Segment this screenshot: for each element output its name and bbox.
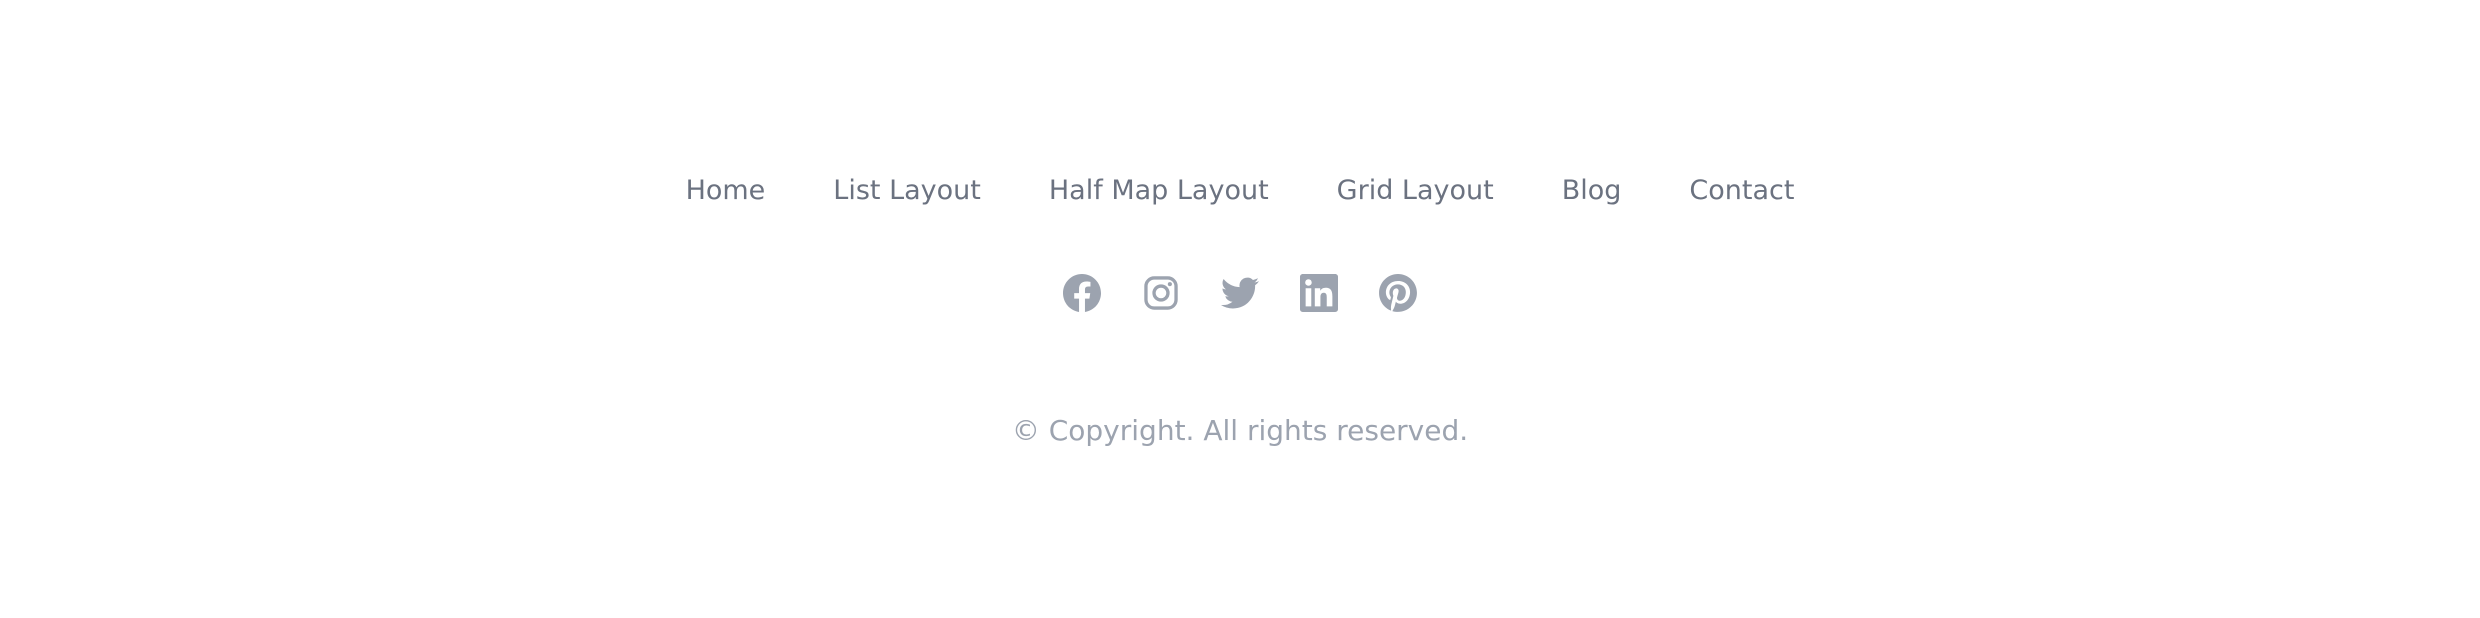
twitter-link[interactable] <box>1220 273 1260 313</box>
site-footer: Home List Layout Half Map Layout Grid La… <box>0 0 2480 618</box>
twitter-icon <box>1221 277 1259 309</box>
linkedin-link[interactable] <box>1299 273 1339 313</box>
pinterest-icon <box>1379 274 1417 312</box>
social-links <box>0 273 2480 313</box>
footer-link-home[interactable]: Home <box>686 168 766 214</box>
instagram-link[interactable] <box>1141 273 1181 313</box>
pinterest-link[interactable] <box>1378 273 1418 313</box>
footer-link-contact[interactable]: Contact <box>1689 168 1794 214</box>
facebook-link[interactable] <box>1062 273 1102 313</box>
footer-link-half-map-layout[interactable]: Half Map Layout <box>1049 168 1269 214</box>
facebook-icon <box>1063 274 1101 312</box>
copyright-text: © Copyright. All rights reserved. <box>1011 414 1469 447</box>
footer-nav: Home List Layout Half Map Layout Grid La… <box>0 168 2480 214</box>
footer-link-blog[interactable]: Blog <box>1562 168 1622 214</box>
footer-link-grid-layout[interactable]: Grid Layout <box>1337 168 1494 214</box>
instagram-icon <box>1144 276 1178 310</box>
linkedin-icon <box>1300 274 1338 312</box>
footer-link-list-layout[interactable]: List Layout <box>833 168 981 214</box>
